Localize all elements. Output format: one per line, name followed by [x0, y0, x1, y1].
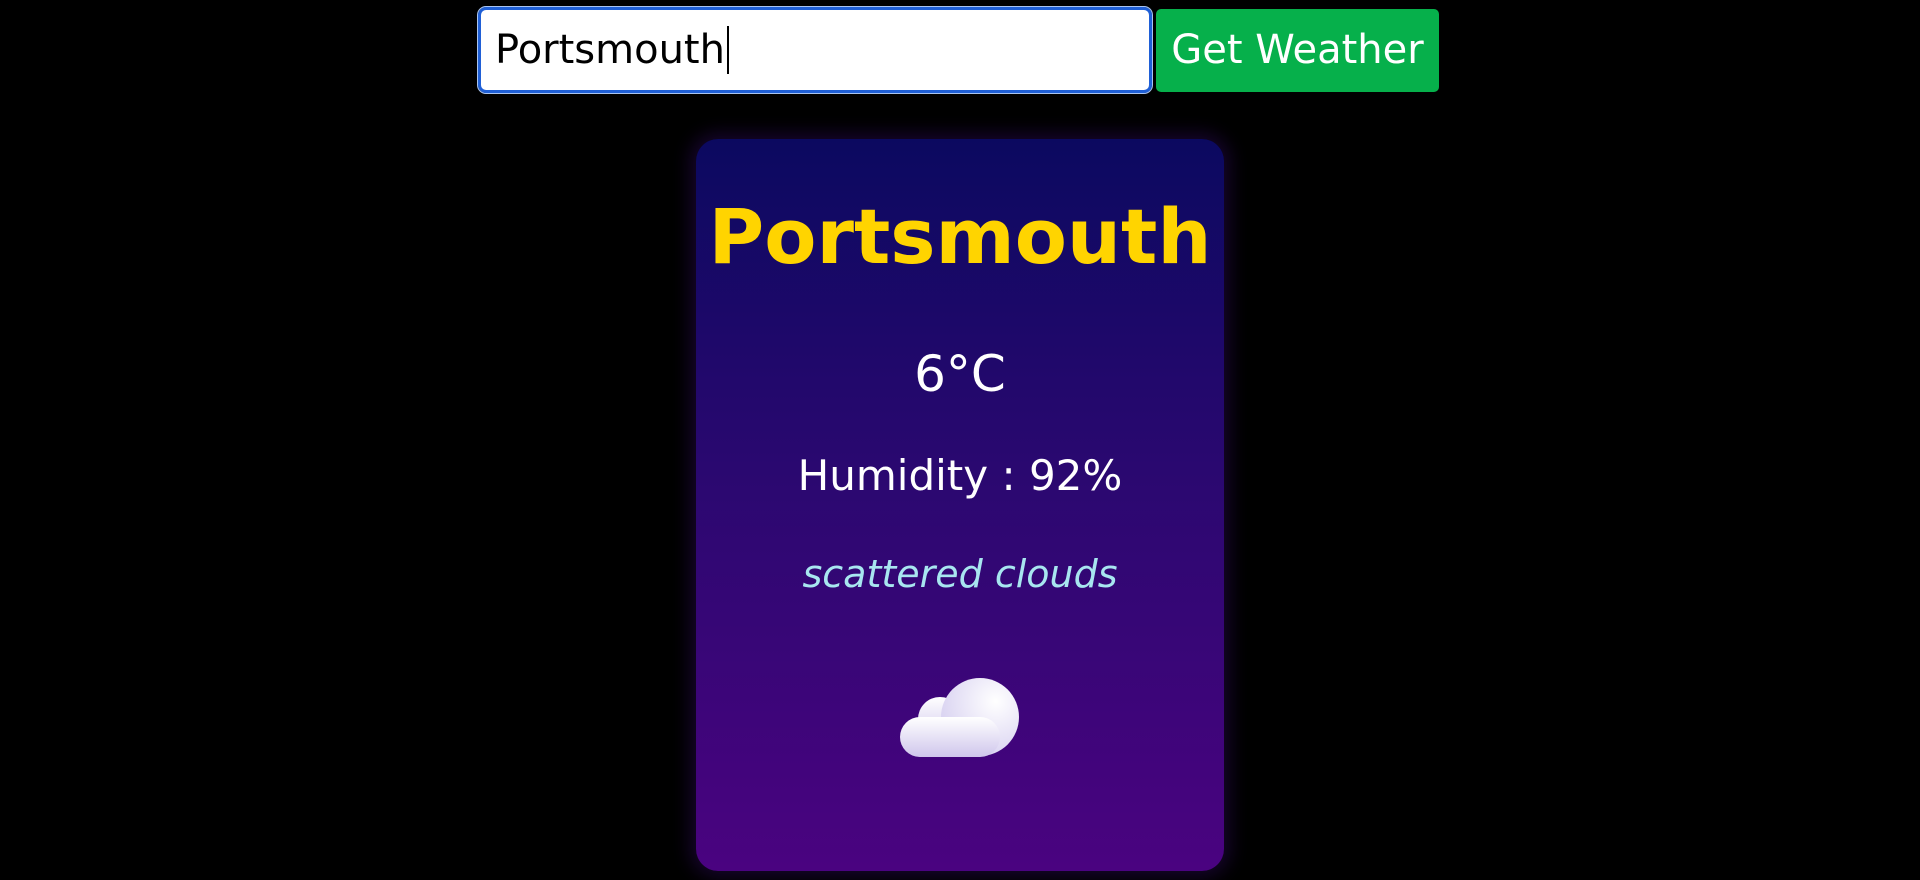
weather-card: Portsmouth 6°C Humidity : 92% scattered …: [696, 139, 1224, 871]
temperature: 6°C: [914, 345, 1006, 403]
city-name: Portsmouth: [708, 192, 1212, 281]
get-weather-button[interactable]: Get Weather: [1156, 8, 1439, 92]
text-caret: [726, 26, 729, 74]
city-search-input-value: Portsmouth: [495, 27, 725, 73]
city-search-input[interactable]: Portsmouth: [477, 6, 1153, 94]
weather-description: scattered clouds: [802, 552, 1118, 596]
search-bar: Portsmouth Get Weather: [477, 6, 1439, 94]
humidity: Humidity : 92%: [797, 451, 1123, 500]
cloud-icon: [900, 678, 1019, 757]
